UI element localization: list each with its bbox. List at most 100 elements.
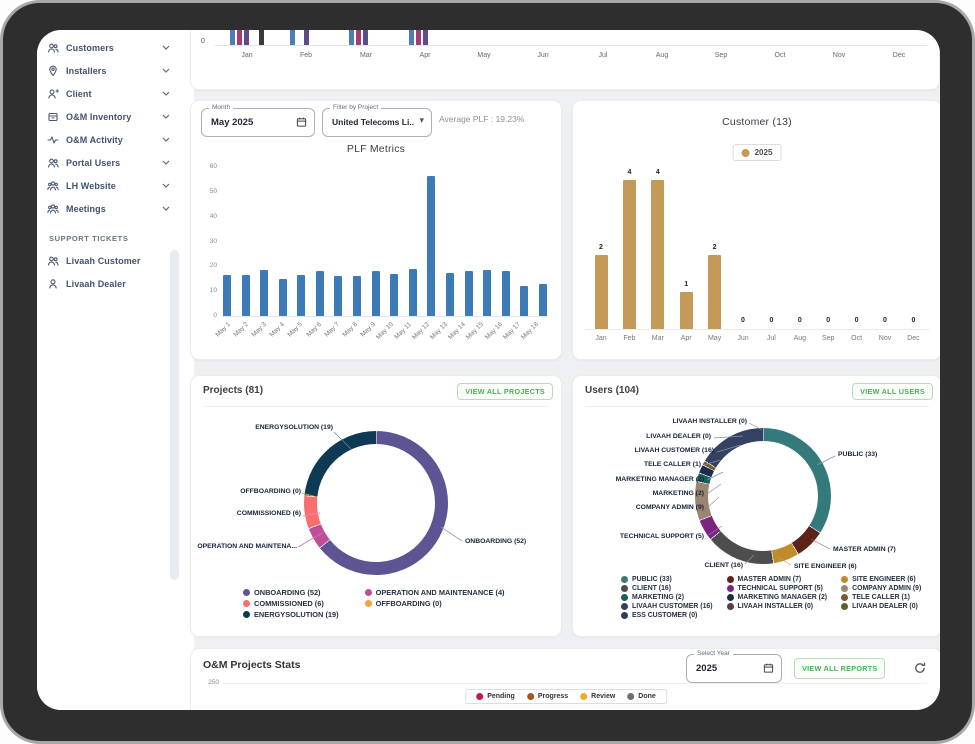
legend-label: LIVAAH INSTALLER (0) bbox=[738, 603, 814, 610]
chevron-down-icon[interactable] bbox=[162, 137, 170, 142]
sidebar-item-portal-users[interactable]: Portal Users bbox=[37, 151, 180, 174]
view-all-users-button[interactable]: VIEW ALL USERS bbox=[852, 383, 933, 400]
legend-label: PUBLIC (33) bbox=[632, 576, 672, 583]
sidebar-item-label: Installers bbox=[66, 66, 107, 76]
chevron-down-icon[interactable] bbox=[162, 183, 170, 188]
sidebar-item-label: Livaah Dealer bbox=[66, 279, 126, 289]
legend-label: OPERATION AND MAINTENANCE (4) bbox=[376, 588, 505, 597]
sidebar-item-o-m-inventory[interactable]: O&M Inventory bbox=[37, 105, 180, 128]
customer-chart-card: Customer (13) 2025 2Jan4Feb4Mar1Apr2May0… bbox=[572, 100, 940, 360]
chevron-down-icon[interactable] bbox=[162, 206, 170, 211]
x-axis-label: Mar bbox=[644, 335, 672, 342]
sidebar-item-client[interactable]: Client bbox=[37, 82, 180, 105]
bar-data-label: 0 bbox=[790, 317, 810, 324]
chevron-down-icon[interactable] bbox=[162, 68, 170, 73]
sidebar-item-label: Customers bbox=[66, 43, 114, 53]
bar-data-label: 1 bbox=[676, 281, 696, 288]
sidebar-item-label: Meetings bbox=[66, 204, 106, 214]
users-icon bbox=[47, 42, 59, 54]
donut-hole bbox=[708, 441, 818, 551]
calendar-icon[interactable] bbox=[763, 662, 774, 674]
bar bbox=[595, 255, 608, 329]
plf-chart: 6050403020100May 1May 2May 3May 4May 5Ma… bbox=[191, 101, 561, 359]
bar bbox=[353, 276, 361, 316]
users-group-icon bbox=[47, 180, 59, 192]
projects-donut-chart[interactable] bbox=[304, 431, 448, 575]
sidebar-item-label: LH Website bbox=[66, 181, 116, 191]
legend-column: OPERATION AND MAINTENANCE (4)OFFBOARDING… bbox=[365, 588, 505, 619]
legend-dot bbox=[727, 576, 734, 583]
chevron-down-icon[interactable] bbox=[162, 45, 170, 50]
legend-dot bbox=[841, 594, 848, 601]
y-axis-tick-label: 40 bbox=[195, 213, 217, 220]
users-icon bbox=[47, 157, 59, 169]
bar-data-label: 0 bbox=[875, 317, 895, 324]
bar-data-label: 0 bbox=[903, 317, 923, 324]
legend-dot bbox=[841, 576, 848, 583]
donut-callout: OPERATION AND MAINTENA... bbox=[195, 543, 297, 550]
x-axis-label: May bbox=[701, 335, 729, 342]
bar bbox=[409, 269, 417, 316]
sidebar-item-label: O&M Inventory bbox=[66, 112, 131, 122]
x-axis-label: Oct bbox=[765, 52, 795, 59]
legend-dot bbox=[727, 594, 734, 601]
bar bbox=[297, 275, 305, 316]
bar bbox=[244, 30, 249, 45]
sidebar-scrollbar-thumb[interactable] bbox=[170, 250, 179, 580]
x-axis-label: Nov bbox=[871, 335, 899, 342]
donut-callout: TECHNICAL SUPPORT (5) bbox=[604, 533, 704, 540]
sidebar-item-livaah-dealer[interactable]: Livaah Dealer bbox=[37, 272, 180, 295]
bar bbox=[423, 30, 428, 45]
view-all-reports-button[interactable]: VIEW ALL REPORTS bbox=[794, 658, 885, 679]
bar-data-label: 0 bbox=[818, 317, 838, 324]
legend-item: LIVAAH CUSTOMER (16) bbox=[621, 603, 713, 610]
legend-label: ESS CUSTOMER (0) bbox=[632, 612, 697, 619]
legend-dot bbox=[841, 603, 848, 610]
donut-callout: MASTER ADMIN (7) bbox=[833, 546, 923, 553]
sidebar-item-lh-website[interactable]: LH Website bbox=[37, 174, 180, 197]
x-axis-label: Jul bbox=[757, 335, 785, 342]
legend-label: MASTER ADMIN (7) bbox=[738, 576, 802, 583]
donut-callout: COMMISSIONED (6) bbox=[215, 510, 301, 517]
bar-data-label: 0 bbox=[761, 317, 781, 324]
sidebar-item-customers[interactable]: Customers bbox=[37, 36, 180, 59]
users-card: Users (104) VIEW ALL USERS LIVAAH INSTAL… bbox=[572, 375, 940, 637]
select-year-field[interactable]: Select Year 2025 bbox=[686, 654, 782, 683]
legend-item: COMMISSIONED (6) bbox=[243, 599, 339, 608]
legend-dot bbox=[621, 585, 628, 592]
chevron-down-icon[interactable] bbox=[162, 160, 170, 165]
refresh-icon[interactable] bbox=[913, 661, 927, 675]
view-all-projects-button[interactable]: VIEW ALL PROJECTS bbox=[457, 383, 553, 400]
legend-dot bbox=[580, 693, 587, 700]
bar bbox=[230, 30, 235, 45]
bar-data-label: 2 bbox=[705, 244, 725, 251]
legend-column: MASTER ADMIN (7)TECHNICAL SUPPORT (5)MAR… bbox=[727, 576, 828, 619]
x-axis-label: Jan bbox=[587, 335, 615, 342]
bar bbox=[390, 274, 398, 316]
donut-callout: CLIENT (16) bbox=[683, 562, 743, 569]
legend-item: PUBLIC (33) bbox=[621, 576, 713, 583]
bar bbox=[279, 279, 287, 316]
select-year-label: Select Year bbox=[694, 650, 733, 657]
legend-label: SITE ENGINEER (6) bbox=[852, 576, 916, 583]
legend-dot bbox=[476, 693, 483, 700]
legend-label: Review bbox=[591, 693, 615, 700]
sidebar-item-installers[interactable]: Installers bbox=[37, 59, 180, 82]
sidebar-item-meetings[interactable]: Meetings bbox=[37, 197, 180, 220]
om-legend: PendingProgressReviewDone bbox=[465, 689, 667, 704]
bar bbox=[242, 275, 250, 316]
legend-item: ENERGYSOLUTION (19) bbox=[243, 610, 339, 619]
bar bbox=[409, 30, 414, 45]
sidebar-item-label: Client bbox=[66, 89, 92, 99]
users-donut-chart[interactable] bbox=[695, 428, 831, 564]
sidebar-item-o-m-activity[interactable]: O&M Activity bbox=[37, 128, 180, 151]
y-axis-tick-label: 20 bbox=[195, 262, 217, 269]
x-axis-label: Sep bbox=[814, 335, 842, 342]
bar bbox=[465, 271, 473, 316]
legend-item: MARKETING (2) bbox=[621, 594, 713, 601]
sidebar-item-livaah-customer[interactable]: Livaah Customer bbox=[37, 249, 180, 272]
chevron-down-icon[interactable] bbox=[162, 114, 170, 119]
legend-dot bbox=[243, 611, 250, 618]
chevron-down-icon[interactable] bbox=[162, 91, 170, 96]
users-legend: PUBLIC (33)CLIENT (16)MARKETING (2)LIVAA… bbox=[621, 576, 921, 619]
